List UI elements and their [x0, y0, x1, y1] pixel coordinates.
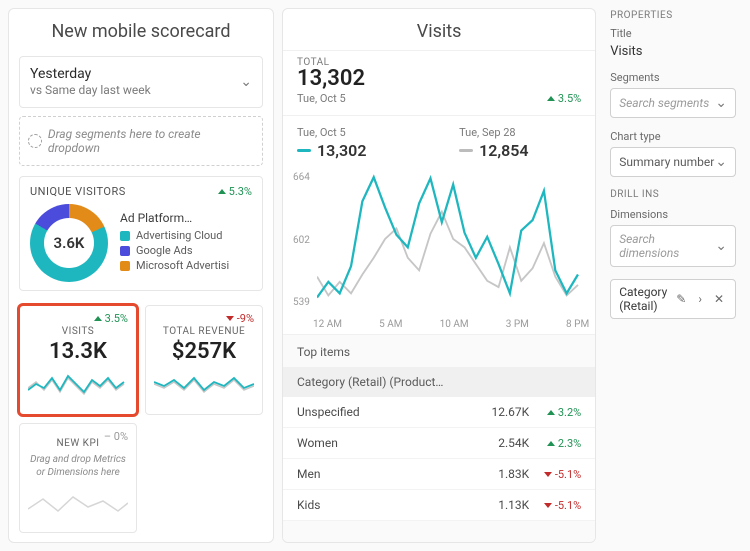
- caret-down-icon: [544, 472, 552, 477]
- kpi-visits-card[interactable]: 3.5% VISITS 13.3K: [19, 305, 137, 415]
- kpi-visits-value: 13.3K: [28, 339, 128, 364]
- caret-up-icon: [547, 410, 555, 415]
- kpi-visits-label: VISITS: [28, 326, 128, 337]
- caret-down-icon: [544, 503, 552, 508]
- legend-item: Google Ads: [120, 244, 229, 257]
- y-tick: 602: [293, 235, 310, 246]
- legend-item: Microsoft Advertisi: [120, 259, 229, 272]
- caret-up-icon: [94, 316, 102, 321]
- top-items-label: Top items: [283, 345, 595, 367]
- kpi-revenue-value: $257K: [154, 339, 254, 364]
- title-field-label: Title: [610, 27, 736, 40]
- target-icon: [28, 134, 42, 148]
- series-swatch-icon: [459, 149, 473, 152]
- unique-visitors-card[interactable]: UNIQUE VISITORS 5.3% 3.6K Ad Platform… A…: [19, 176, 263, 291]
- x-tick: 3 PM: [506, 319, 529, 330]
- total-date: Tue, Oct 5: [297, 92, 365, 105]
- uv-value: 3.6K: [30, 204, 108, 282]
- series-swatch-icon: [297, 149, 311, 152]
- segments-placeholder: Search segments: [619, 96, 709, 110]
- drillins-label: DRILL INS: [610, 189, 736, 200]
- kpi-revenue-card[interactable]: -9% TOTAL REVENUE $257K: [145, 305, 263, 415]
- segments-combobox[interactable]: Search segments ⌄: [610, 88, 736, 118]
- top-items-section: Top items Category (Retail) (Product… Un…: [283, 334, 595, 542]
- cmp-b-value: 12,854: [479, 141, 528, 160]
- kpi-visits-trend: 3.5%: [94, 312, 128, 325]
- title-value[interactable]: Visits: [610, 44, 736, 59]
- kpi-revenue-sparkline: [154, 370, 254, 400]
- top-item-row[interactable]: Unspecified 12.67K 3.2%: [283, 397, 595, 428]
- uv-legend-title: Ad Platform…: [120, 211, 229, 225]
- visits-detail-panel: Visits TOTAL 13,302 Tue, Oct 5 3.5% Tue,…: [282, 8, 596, 543]
- chevron-right-icon[interactable]: ›: [695, 292, 705, 306]
- scorecard-title: New mobile scorecard: [9, 9, 273, 52]
- kpi-new-placeholder[interactable]: – 0% NEW KPI Drag and drop Metrics or Di…: [19, 423, 137, 533]
- kpi-revenue-trend: -9%: [226, 312, 254, 325]
- dimension-tag: Category (Retail) ✎ › ✕: [610, 279, 736, 319]
- compare-row: Tue, Oct 5 13,302 Tue, Sep 28 12,854: [283, 116, 595, 164]
- caret-up-icon: [547, 441, 555, 446]
- dimensions-placeholder: Search dimensions: [619, 232, 715, 260]
- chevron-down-icon: ⌄: [240, 74, 252, 90]
- cmp-a-date: Tue, Oct 5: [297, 126, 419, 139]
- caret-down-icon: [226, 316, 234, 321]
- scorecard-panel: New mobile scorecard Yesterday vs Same d…: [8, 8, 274, 543]
- date-range-selector[interactable]: Yesterday vs Same day last week ⌄: [19, 56, 263, 108]
- uv-legend: Ad Platform… Advertising Cloud Google Ad…: [120, 211, 229, 274]
- uv-trend: 5.3%: [218, 185, 252, 198]
- properties-label: PROPERTIES: [610, 10, 736, 21]
- uv-header: UNIQUE VISITORS: [30, 185, 126, 198]
- top-item-row[interactable]: Women 2.54K 2.3%: [283, 428, 595, 459]
- x-tick: 5 AM: [379, 319, 402, 330]
- chevron-down-icon: ⌄: [715, 154, 727, 170]
- caret-up-icon: [218, 189, 226, 194]
- top-item-row[interactable]: Men 1.83K -5.1%: [283, 459, 595, 490]
- segments-field-label: Segments: [610, 71, 736, 84]
- pencil-icon[interactable]: ✎: [673, 292, 689, 306]
- cmp-b-date: Tue, Sep 28: [459, 126, 581, 139]
- chevron-down-icon: ⌄: [715, 95, 727, 111]
- date-secondary: vs Same day last week: [30, 83, 151, 99]
- kpi-new-sparkline: [28, 489, 128, 519]
- y-tick: 664: [293, 172, 310, 183]
- kpi-visits-sparkline: [28, 370, 128, 400]
- visits-title: Visits: [283, 9, 595, 51]
- properties-panel: PROPERTIES Title Visits Segments Search …: [600, 0, 750, 551]
- kpi-new-trend: – 0%: [104, 430, 128, 443]
- x-tick: 10 AM: [440, 319, 469, 330]
- total-trend: 3.5%: [547, 92, 581, 105]
- date-primary: Yesterday: [30, 65, 151, 83]
- chart-type-combobox[interactable]: Summary number ⌄: [610, 147, 736, 177]
- x-tick: 12 AM: [313, 319, 342, 330]
- kpi-new-hint: Drag and drop Metrics or Dimensions here: [28, 453, 128, 479]
- chart-type-value: Summary number: [619, 155, 714, 169]
- cmp-a-value: 13,302: [317, 141, 366, 160]
- segment-dropzone[interactable]: Drag segments here to create dropdown: [19, 116, 263, 166]
- visits-line-chart: 664 602 539 12 AM 5 AM 10 AM 3 PM 8 PM: [283, 164, 595, 334]
- x-tick: 8 PM: [566, 319, 589, 330]
- dimensions-field-label: Dimensions: [610, 208, 736, 221]
- uv-donut-chart: 3.6K: [30, 204, 108, 282]
- legend-item: Advertising Cloud: [120, 229, 229, 242]
- y-tick: 539: [293, 297, 310, 308]
- caret-up-icon: [547, 96, 555, 101]
- segment-dropzone-hint: Drag segments here to create dropdown: [48, 127, 254, 155]
- dimension-tag-label: Category (Retail): [619, 285, 667, 313]
- kpi-revenue-label: TOTAL REVENUE: [154, 326, 254, 337]
- total-value: 13,302: [297, 68, 365, 90]
- category-header[interactable]: Category (Retail) (Product…: [283, 367, 595, 397]
- chevron-down-icon: ⌄: [715, 238, 727, 254]
- top-item-row[interactable]: Kids 1.13K -5.1%: [283, 490, 595, 521]
- chart-type-field-label: Chart type: [610, 130, 736, 143]
- dimensions-combobox[interactable]: Search dimensions ⌄: [610, 225, 736, 267]
- close-icon[interactable]: ✕: [711, 292, 727, 306]
